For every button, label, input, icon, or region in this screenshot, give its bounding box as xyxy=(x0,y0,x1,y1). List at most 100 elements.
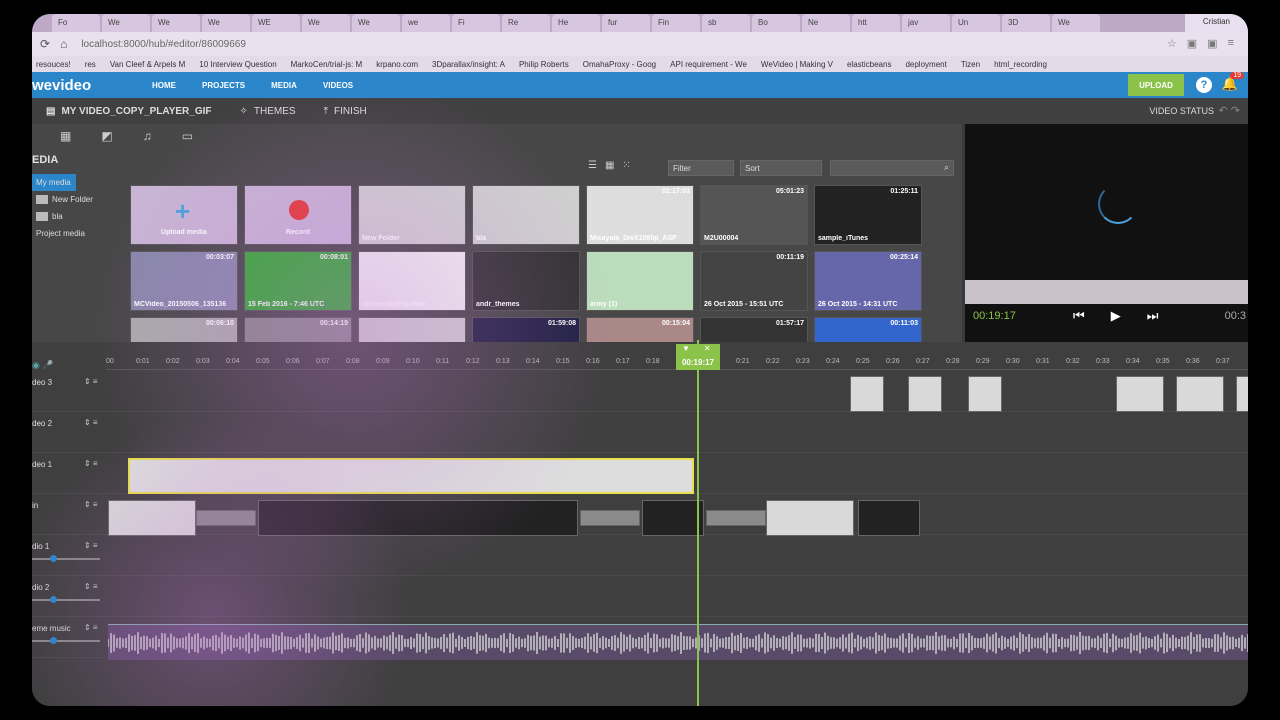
music-icon[interactable]: ♫ xyxy=(143,129,152,143)
browser-tab[interactable]: sb xyxy=(702,14,750,32)
list-view-icon[interactable]: ☰ xyxy=(588,160,597,171)
browser-tab[interactable]: We xyxy=(352,14,400,32)
browser-tab[interactable]: fur xyxy=(602,14,650,32)
timeline-clip[interactable] xyxy=(1176,376,1224,412)
browser-tab[interactable]: We xyxy=(102,14,150,32)
layout-icon[interactable]: ▦ xyxy=(60,129,71,143)
wevideo-logo[interactable]: wevideo xyxy=(32,77,152,94)
media-item[interactable]: New Folder xyxy=(358,185,466,245)
nav-projects[interactable]: PROJECTS xyxy=(202,81,245,90)
transitions-icon[interactable]: ◩ xyxy=(101,129,112,143)
preview-scrubber[interactable] xyxy=(965,280,1248,304)
menu-icon[interactable]: ≡ xyxy=(1228,37,1234,50)
media-item[interactable]: 00:03:07 MCVideo_20150506_135136 xyxy=(130,251,238,311)
timeline-clip[interactable] xyxy=(908,376,942,412)
music-track-clip[interactable] xyxy=(108,624,1248,660)
track-menu-icon[interactable]: ⇕ ≡ xyxy=(84,459,98,468)
home-icon[interactable]: ⌂ xyxy=(60,37,67,51)
bookmark[interactable]: resouces! xyxy=(36,60,71,69)
timeline-clip[interactable] xyxy=(128,458,694,494)
extension-icon[interactable]: ▣ xyxy=(1187,37,1197,50)
timeline-clip[interactable] xyxy=(580,510,640,526)
tree-item-new-folder[interactable]: New Folder xyxy=(32,191,122,208)
track-menu-icon[interactable]: ⇕ ≡ xyxy=(84,623,98,632)
marker-icon[interactable]: ▼ xyxy=(682,344,690,353)
grid-view-icon[interactable]: ▦ xyxy=(605,160,614,171)
timeline-clip[interactable] xyxy=(108,500,196,536)
browser-tab[interactable]: htt xyxy=(852,14,900,32)
media-item[interactable]: screencasting-flow xyxy=(358,251,466,311)
reload-icon[interactable]: ⟳ xyxy=(40,37,50,51)
volume-knob[interactable] xyxy=(50,596,57,603)
help-icon[interactable]: ? xyxy=(1196,77,1212,93)
tree-item-bla[interactable]: bla xyxy=(32,208,122,225)
browser-tab[interactable]: Fo xyxy=(52,14,100,32)
browser-tab[interactable]: We xyxy=(202,14,250,32)
timeline-clip[interactable] xyxy=(766,500,854,536)
timeline-clip[interactable] xyxy=(858,500,920,536)
bookmark[interactable]: 3Dparallax/insight: A xyxy=(432,60,505,69)
browser-tab[interactable]: jav xyxy=(902,14,950,32)
browser-tab[interactable]: Fi xyxy=(452,14,500,32)
playhead[interactable] xyxy=(697,340,699,706)
nav-media[interactable]: MEDIA xyxy=(271,81,297,90)
timeline-clip[interactable] xyxy=(1236,376,1248,412)
project-title[interactable]: ▤ MY VIDEO_COPY_PLAYER_GIF xyxy=(46,106,212,117)
url-field[interactable]: localhost:8000/hub/#editor/86009669 xyxy=(81,39,246,50)
text-icon[interactable]: ▭ xyxy=(182,129,193,143)
themes-button[interactable]: ✧ THEMES xyxy=(240,106,296,117)
timeline-clip[interactable] xyxy=(196,510,256,526)
track-menu-icon[interactable]: ⇕ ≡ xyxy=(84,377,98,386)
volume-knob[interactable] xyxy=(50,555,57,562)
bookmark[interactable]: elasticbeans xyxy=(847,60,891,69)
bookmark[interactable]: API requirement - We xyxy=(670,60,747,69)
timeline-clip[interactable] xyxy=(968,376,1002,412)
timeline-clip[interactable] xyxy=(850,376,884,412)
track-menu-icon[interactable]: ⇕ ≡ xyxy=(84,500,98,509)
track-menu-icon[interactable]: ⇕ ≡ xyxy=(84,418,98,427)
browser-tab[interactable]: We xyxy=(152,14,200,32)
star-icon[interactable]: ☆ xyxy=(1167,37,1177,50)
bookmark[interactable]: Van Cleef & Arpels M xyxy=(110,60,185,69)
bookmark[interactable]: MarkoCen/trial-js: M xyxy=(291,60,363,69)
volume-slider[interactable] xyxy=(32,637,100,644)
browser-tab[interactable]: Fin xyxy=(652,14,700,32)
volume-knob[interactable] xyxy=(50,637,57,644)
nav-home[interactable]: HOME xyxy=(152,81,176,90)
extension-icon[interactable]: ▣ xyxy=(1207,37,1217,50)
undo-redo-icons[interactable]: ↶ ↷ xyxy=(1219,104,1241,117)
upload-button[interactable]: UPLOAD xyxy=(1128,74,1184,96)
video-status[interactable]: VIDEO STATUS xyxy=(1149,106,1214,116)
media-item[interactable]: 00:25:14 26 Oct 2015 - 14:31 UTC xyxy=(814,251,922,311)
small-grid-icon[interactable]: ⁙ xyxy=(622,160,630,171)
bookmark[interactable]: WeVideo | Making V xyxy=(761,60,833,69)
media-item[interactable]: andr_themes xyxy=(472,251,580,311)
finish-button[interactable]: ⤒ FINISH xyxy=(324,106,367,117)
browser-tab[interactable]: Bo xyxy=(752,14,800,32)
browser-tab[interactable]: Un xyxy=(952,14,1000,32)
tree-item-my-media[interactable]: My media xyxy=(32,174,76,191)
timeline-clip[interactable] xyxy=(1116,376,1164,412)
timeline-clip[interactable] xyxy=(258,500,578,536)
browser-tab[interactable]: We xyxy=(1052,14,1100,32)
browser-tab[interactable]: 3D xyxy=(1002,14,1050,32)
media-item[interactable]: bla xyxy=(472,185,580,245)
browser-tab[interactable]: Re xyxy=(502,14,550,32)
play-icon[interactable]: ▶ xyxy=(1111,308,1121,324)
cut-icon[interactable]: ✕ xyxy=(704,344,711,353)
nav-videos[interactable]: VIDEOS xyxy=(323,81,353,90)
previous-icon[interactable]: ⏮ xyxy=(1073,308,1085,324)
media-item[interactable]: 05:01:23 M2U00004 xyxy=(700,185,808,245)
browser-tab[interactable]: We xyxy=(302,14,350,32)
next-icon[interactable]: ⏭ xyxy=(1147,308,1159,324)
bookmark[interactable]: Philip Roberts xyxy=(519,60,569,69)
media-item[interactable]: 00:08:01 15 Feb 2016 - 7:46 UTC xyxy=(244,251,352,311)
volume-slider[interactable] xyxy=(32,555,100,562)
browser-user[interactable]: Cristian xyxy=(1184,14,1248,32)
playhead-icons[interactable]: ▼ ✕ xyxy=(682,344,711,353)
sort-select[interactable]: Sort xyxy=(740,160,822,176)
media-item[interactable]: army (1) xyxy=(586,251,694,311)
browser-tab[interactable]: He xyxy=(552,14,600,32)
bookmark[interactable]: krpano.com xyxy=(376,60,418,69)
bookmark[interactable]: OmahaProxy - Goog xyxy=(583,60,656,69)
